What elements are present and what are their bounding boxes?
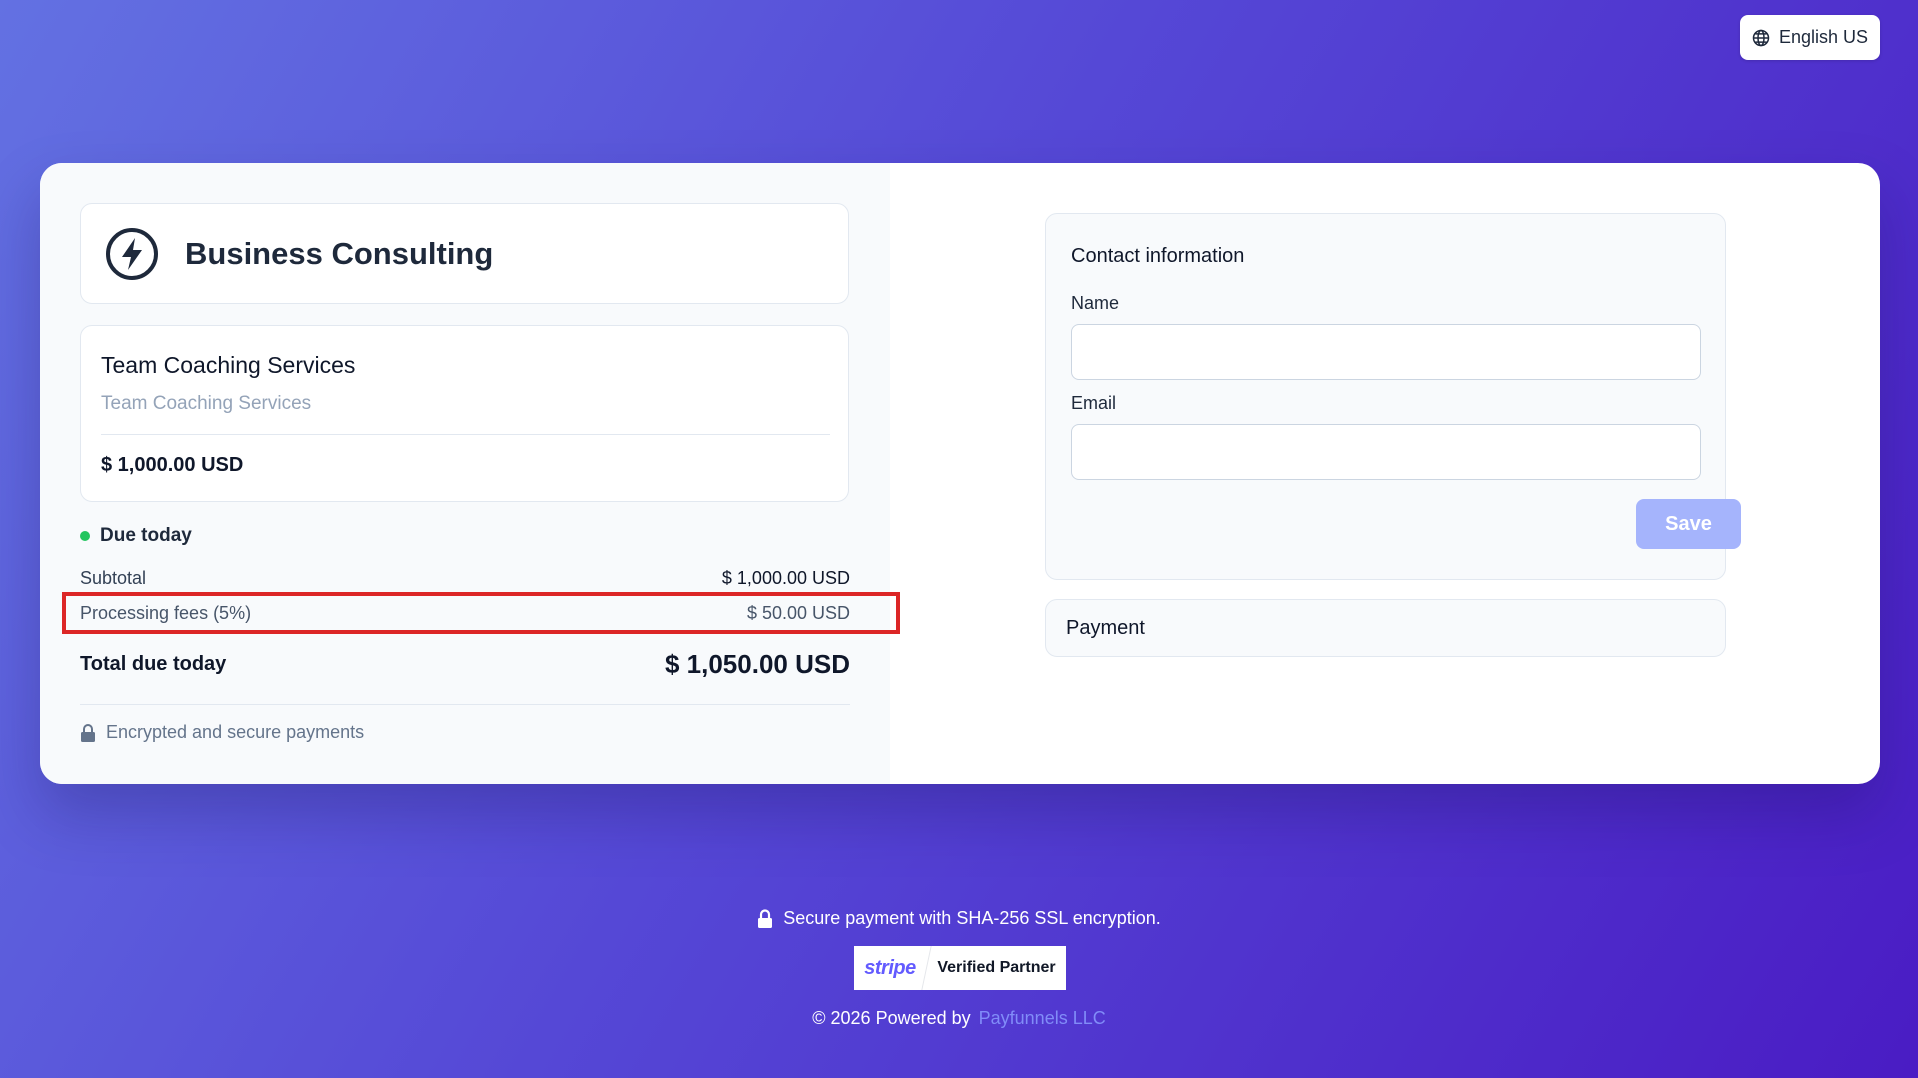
name-label: Name bbox=[1071, 293, 1120, 313]
secure-payments-note: Encrypted and secure payments bbox=[80, 722, 364, 743]
processing-fees-value: $ 50.00 USD bbox=[746, 603, 850, 623]
save-button[interactable]: Save bbox=[1636, 499, 1741, 549]
contact-information-title: Contact information bbox=[1071, 245, 1245, 267]
footer-secure-text: Secure payment with SHA-256 SSL encrypti… bbox=[783, 908, 1161, 928]
processing-fees-row: Processing fees (5%) $ 50.00 USD bbox=[80, 603, 850, 624]
total-divider bbox=[80, 704, 850, 705]
secure-payments-text: Encrypted and secure payments bbox=[106, 722, 365, 742]
payment-title: Payment bbox=[1066, 616, 1145, 639]
lock-icon bbox=[758, 909, 773, 928]
total-value: $ 1,050.00 USD bbox=[664, 649, 850, 679]
stripe-logo: stripe bbox=[864, 956, 916, 979]
email-input[interactable] bbox=[1071, 424, 1701, 480]
subtotal-value: $ 1,000.00 USD bbox=[721, 568, 850, 588]
payfunnels-link[interactable]: Payfunnels LLC bbox=[979, 1008, 1106, 1029]
contact-information-section: Contact information Name Email Save bbox=[1045, 213, 1741, 580]
processing-fees-label: Processing fees (5%) bbox=[80, 603, 252, 623]
lightning-bolt-icon bbox=[106, 227, 158, 280]
language-selector-button[interactable]: English US bbox=[1740, 15, 1880, 60]
copyright-text: © 2026 Powered by bbox=[812, 1008, 971, 1028]
footer-copyright: © 2026 Powered by Payfunnels LLC bbox=[0, 1008, 1918, 1029]
checkout-card: Business Consulting Team Coaching Servic… bbox=[40, 163, 1880, 784]
product-title: Team Coaching Services bbox=[101, 352, 356, 378]
lock-icon bbox=[81, 723, 95, 742]
status-dot-icon bbox=[80, 531, 90, 541]
language-label: English US bbox=[1778, 27, 1869, 47]
due-today-text: Due today bbox=[100, 525, 192, 546]
verified-partner-text: Verified Partner bbox=[937, 959, 1056, 976]
total-label: Total due today bbox=[80, 653, 227, 675]
merchant-name: Business Consulting bbox=[185, 235, 494, 271]
product-price: $ 1,000.00 USD bbox=[101, 454, 244, 476]
product-description: Team Coaching Services bbox=[101, 393, 312, 414]
total-row: Total due today $ 1,050.00 USD bbox=[80, 649, 850, 680]
product-divider bbox=[101, 434, 830, 435]
product-card: Team Coaching Services Team Coaching Ser… bbox=[80, 325, 849, 502]
payment-section-header[interactable]: Payment bbox=[1045, 599, 1726, 657]
subtotal-row: Subtotal $ 1,000.00 USD bbox=[80, 568, 850, 589]
merchant-header: Business Consulting bbox=[80, 203, 849, 304]
email-label: Email bbox=[1071, 393, 1117, 413]
subtotal-label: Subtotal bbox=[80, 568, 147, 588]
name-input[interactable] bbox=[1071, 324, 1701, 380]
due-today-label: Due today bbox=[80, 525, 192, 547]
stripe-verified-badge: stripe Verified Partner bbox=[854, 946, 1066, 990]
globe-icon bbox=[1752, 29, 1770, 46]
footer-secure-notice: Secure payment with SHA-256 SSL encrypti… bbox=[0, 908, 1918, 929]
order-summary-panel: Business Consulting Team Coaching Servic… bbox=[40, 163, 900, 784]
